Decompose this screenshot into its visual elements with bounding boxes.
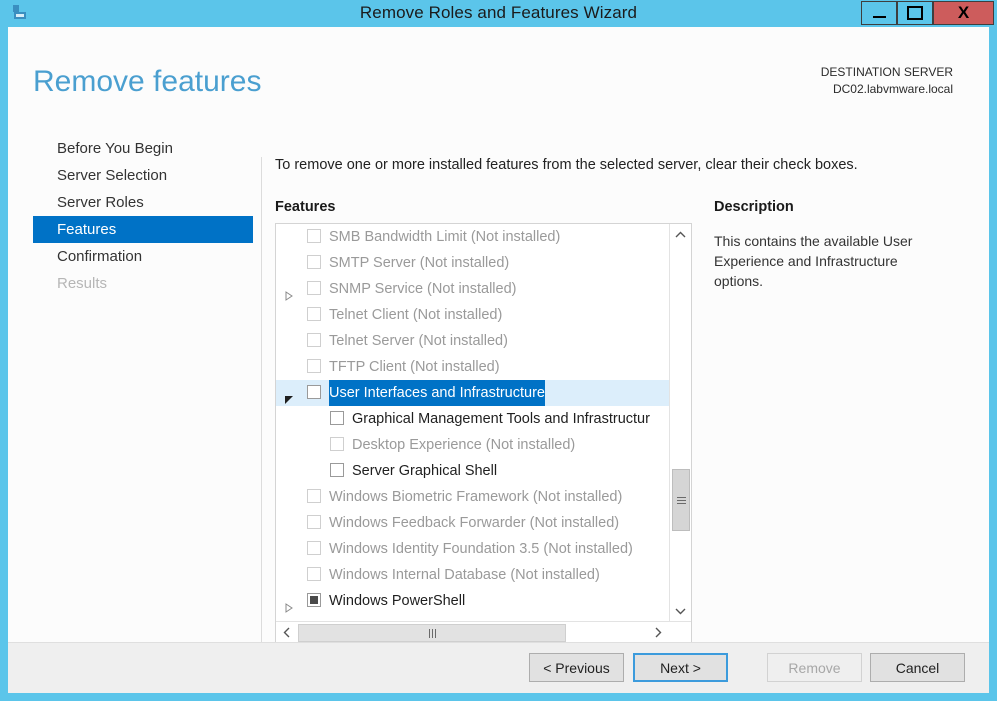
expander-collapsed-icon[interactable] bbox=[284, 284, 294, 301]
vertical-scrollbar[interactable] bbox=[669, 224, 691, 621]
tree-row[interactable]: SMB Bandwidth Limit (Not installed) bbox=[276, 224, 670, 250]
feature-checkbox[interactable] bbox=[307, 255, 321, 269]
horizontal-scrollbar[interactable] bbox=[276, 621, 691, 644]
tree-row[interactable]: Telnet Client (Not installed) bbox=[276, 302, 670, 328]
scroll-up-icon[interactable] bbox=[670, 224, 691, 245]
sidebar-item-server-selection[interactable]: Server Selection bbox=[33, 162, 253, 189]
feature-checkbox[interactable] bbox=[330, 463, 344, 477]
feature-checkbox[interactable] bbox=[307, 333, 321, 347]
feature-checkbox[interactable] bbox=[307, 359, 321, 373]
tree-row[interactable]: SMTP Server (Not installed) bbox=[276, 250, 670, 276]
sidebar-item-before-you-begin[interactable]: Before You Begin bbox=[33, 135, 253, 162]
feature-checkbox[interactable] bbox=[307, 541, 321, 555]
feature-checkbox[interactable] bbox=[330, 411, 344, 425]
features-heading: Features bbox=[275, 199, 336, 215]
next-button[interactable]: Next > bbox=[633, 653, 728, 682]
remove-button[interactable]: Remove bbox=[767, 653, 862, 682]
horizontal-scrollbar-thumb[interactable] bbox=[298, 624, 566, 642]
tree-row[interactable]: Desktop Experience (Not installed) bbox=[276, 432, 670, 458]
expander-collapsed-icon[interactable] bbox=[284, 596, 294, 613]
feature-label: Windows Internal Database (Not installed… bbox=[329, 567, 600, 583]
feature-label: Windows Biometric Framework (Not install… bbox=[329, 489, 623, 505]
feature-checkbox[interactable] bbox=[307, 229, 321, 243]
tree-row[interactable]: Windows Identity Foundation 3.5 (Not ins… bbox=[276, 536, 670, 562]
feature-checkbox[interactable] bbox=[307, 593, 321, 607]
tree-row[interactable]: Telnet Server (Not installed) bbox=[276, 328, 670, 354]
tree-row[interactable]: TFTP Client (Not installed) bbox=[276, 354, 670, 380]
features-tree-rows: SMB Bandwidth Limit (Not installed) SMTP … bbox=[276, 224, 670, 621]
wizard-footer: < Previous Next > Remove Cancel bbox=[8, 642, 989, 693]
cancel-button[interactable]: Cancel bbox=[870, 653, 965, 682]
minimize-button[interactable] bbox=[861, 1, 897, 25]
tree-row[interactable]: Windows Feedback Forwarder (Not installe… bbox=[276, 510, 670, 536]
feature-checkbox[interactable] bbox=[307, 489, 321, 503]
minimize-icon bbox=[872, 15, 886, 18]
scroll-down-icon[interactable] bbox=[670, 600, 691, 621]
feature-label: Desktop Experience (Not installed) bbox=[352, 437, 576, 453]
tree-row[interactable]: Windows Biometric Framework (Not install… bbox=[276, 484, 670, 510]
tree-row[interactable]: User Interfaces and Infrastructure bbox=[276, 380, 670, 406]
feature-label: User Interfaces and Infrastructure bbox=[329, 380, 545, 406]
sidebar-item-server-roles[interactable]: Server Roles bbox=[33, 189, 253, 216]
close-button[interactable]: X bbox=[933, 1, 994, 25]
feature-checkbox[interactable] bbox=[307, 307, 321, 321]
vertical-scrollbar-thumb[interactable] bbox=[672, 469, 690, 531]
expander-expanded-icon[interactable] bbox=[284, 388, 294, 404]
maximize-icon bbox=[907, 6, 923, 20]
tree-row[interactable]: Server Graphical Shell bbox=[276, 458, 670, 484]
instruction-text: To remove one or more installed features… bbox=[275, 157, 858, 173]
tree-row[interactable]: Graphical Management Tools and Infrastru… bbox=[276, 406, 670, 432]
feature-checkbox[interactable] bbox=[330, 437, 344, 451]
tree-row[interactable]: Windows Internal Database (Not installed… bbox=[276, 562, 670, 588]
scroll-right-icon[interactable] bbox=[647, 622, 668, 643]
destination-server-block: DESTINATION SERVER DC02.labvmware.local bbox=[821, 64, 953, 98]
wizard-nav-list: Before You Begin Server Selection Server R… bbox=[33, 135, 253, 297]
feature-checkbox[interactable] bbox=[307, 567, 321, 581]
scroll-left-icon[interactable] bbox=[276, 622, 297, 643]
sidebar-item-features[interactable]: Features bbox=[33, 216, 253, 243]
scrollbar-grip-icon bbox=[676, 496, 686, 504]
destination-server-name: DC02.labvmware.local bbox=[832, 82, 953, 96]
page-title: Remove features bbox=[33, 65, 262, 98]
window-title: Remove Roles and Features Wizard bbox=[359, 3, 638, 22]
title-bar: Remove Roles and Features Wizard X bbox=[0, 0, 997, 27]
feature-checkbox[interactable] bbox=[307, 385, 321, 399]
previous-button[interactable]: < Previous bbox=[529, 653, 624, 682]
sidebar-divider bbox=[261, 157, 262, 657]
feature-label: Windows Feedback Forwarder (Not installe… bbox=[329, 515, 620, 531]
tree-row[interactable]: Windows PowerShell bbox=[276, 588, 670, 614]
sidebar-item-confirmation[interactable]: Confirmation bbox=[33, 243, 253, 270]
description-text: This contains the available User Experie… bbox=[714, 233, 913, 289]
tree-row[interactable]: SNMP Service (Not installed) bbox=[276, 276, 670, 302]
destination-label: DESTINATION SERVER bbox=[820, 65, 953, 79]
description-heading: Description bbox=[714, 199, 794, 215]
feature-checkbox[interactable] bbox=[307, 281, 321, 295]
maximize-button[interactable] bbox=[897, 1, 933, 25]
feature-label: Windows Identity Foundation 3.5 (Not ins… bbox=[329, 541, 633, 557]
feature-checkbox[interactable] bbox=[307, 515, 321, 529]
features-tree[interactable]: SMB Bandwidth Limit (Not installed) SMTP … bbox=[275, 223, 692, 645]
wizard-page: Remove features DESTINATION SERVER DC02.… bbox=[8, 27, 989, 693]
scrollbar-grip-icon bbox=[428, 628, 436, 638]
wizard-window: Remove Roles and Features Wizard X Remov… bbox=[0, 0, 997, 701]
feature-label: Windows PowerShell bbox=[329, 593, 466, 609]
sidebar-item-results: Results bbox=[57, 275, 108, 292]
feature-label: Server Graphical Shell bbox=[352, 463, 498, 479]
